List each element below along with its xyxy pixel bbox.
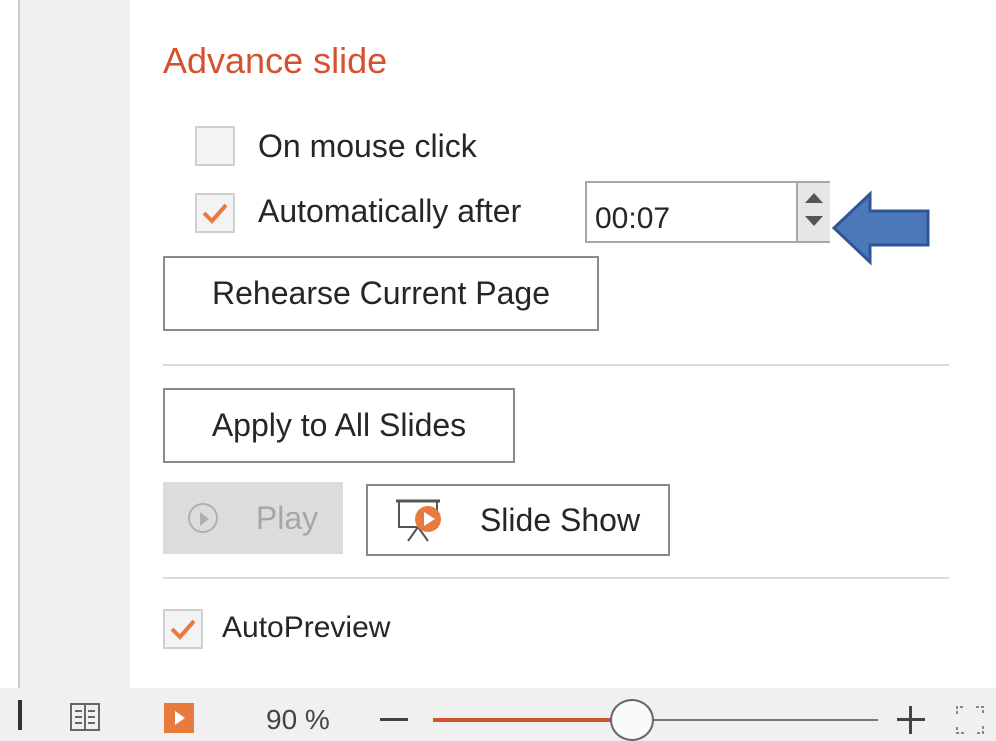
autopreview-label: AutoPreview xyxy=(222,611,391,644)
play-circle-icon xyxy=(187,503,218,533)
apply-to-all-slides-button[interactable]: Apply to All Slides xyxy=(163,388,515,463)
zoom-in-button[interactable] xyxy=(897,706,925,734)
slide-show-button[interactable]: Slide Show xyxy=(366,484,670,556)
gray-gutter xyxy=(20,0,130,688)
slide-show-button-label: Slide Show xyxy=(479,501,641,538)
zoom-level-label[interactable]: 90 % xyxy=(266,704,330,736)
slideshow-view-icon[interactable] xyxy=(164,703,194,733)
zoom-out-button[interactable] xyxy=(380,718,408,721)
checkmark-icon xyxy=(202,203,228,224)
zoom-slider-thumb[interactable] xyxy=(610,699,654,741)
spinner-down-icon[interactable] xyxy=(805,216,823,226)
advance-time-input[interactable] xyxy=(585,181,798,243)
transitions-pane xyxy=(130,0,996,688)
spinner-up-icon[interactable] xyxy=(805,193,823,203)
slide-show-icon xyxy=(395,499,441,542)
status-bar-handle xyxy=(18,700,22,730)
left-strip xyxy=(0,0,20,688)
rehearse-current-page-button[interactable]: Rehearse Current Page xyxy=(163,256,599,331)
checkmark-icon xyxy=(170,619,196,640)
play-button-label: Play xyxy=(255,499,319,536)
section-title: Advance slide xyxy=(163,40,388,81)
on-mouse-click-checkbox[interactable] xyxy=(195,126,235,166)
zoom-slider-track[interactable] xyxy=(650,719,878,721)
automatically-after-checkbox[interactable] xyxy=(195,193,235,233)
zoom-slider-fill[interactable] xyxy=(433,718,618,722)
divider xyxy=(163,364,949,366)
time-spinner[interactable] xyxy=(798,181,830,243)
blue-arrow-icon xyxy=(832,190,930,266)
autopreview-checkbox[interactable] xyxy=(163,609,203,649)
divider xyxy=(163,577,949,579)
reading-view-icon[interactable] xyxy=(70,703,100,731)
play-button[interactable]: Play xyxy=(163,482,343,554)
automatically-after-label: Automatically after xyxy=(258,193,522,229)
status-bar xyxy=(0,688,996,741)
fit-to-window-icon[interactable] xyxy=(955,705,985,735)
on-mouse-click-label: On mouse click xyxy=(258,128,477,164)
